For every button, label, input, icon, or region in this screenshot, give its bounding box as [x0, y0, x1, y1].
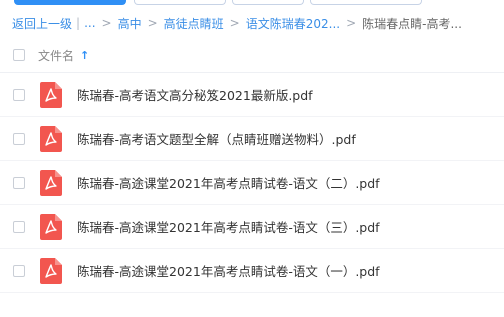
- pdf-icon: [40, 125, 62, 152]
- pdf-icon: [40, 81, 62, 108]
- file-row[interactable]: 陈瑞春-高途课堂2021年高考点睛试卷-语文（一）.pdf: [0, 249, 504, 293]
- breadcrumb-separator: >: [101, 16, 112, 30]
- file-row[interactable]: 陈瑞春-高考语文高分秘笈2021最新版.pdf: [0, 73, 504, 117]
- file-checkbox[interactable]: [13, 132, 25, 145]
- breadcrumb-separator: >: [229, 16, 240, 30]
- breadcrumb-item-gaotu[interactable]: 高徒点睛班: [164, 15, 224, 32]
- toolbar-button[interactable]: [134, 0, 226, 5]
- pdf-icon: [40, 213, 62, 240]
- sort-ascending-icon[interactable]: ↑: [80, 49, 89, 62]
- breadcrumb-ellipsis[interactable]: ...: [84, 16, 95, 30]
- file-list: 陈瑞春-高考语文高分秘笈2021最新版.pdf 陈瑞春-高考语文题型全解（点睛班…: [0, 73, 504, 293]
- breadcrumb-separator: >: [346, 16, 357, 30]
- breadcrumb-back-link[interactable]: 返回上一级: [12, 15, 72, 32]
- file-name[interactable]: 陈瑞春-高途课堂2021年高考点睛试卷-语文（二）.pdf: [77, 173, 380, 192]
- breadcrumb: 返回上一级 | ... > 高中 > 高徒点睛班 > 语文陈瑞春202... >…: [12, 13, 502, 33]
- file-name[interactable]: 陈瑞春-高途课堂2021年高考点睛试卷-语文（三）.pdf: [77, 217, 380, 236]
- toolbar-button[interactable]: [232, 0, 304, 5]
- file-name[interactable]: 陈瑞春-高考语文题型全解（点睛班赠送物料）.pdf: [77, 129, 356, 148]
- breadcrumb-divider: |: [76, 16, 81, 30]
- breadcrumb-current: 陈瑞春点睛-高考...: [362, 16, 462, 31]
- file-row[interactable]: 陈瑞春-高途课堂2021年高考点睛试卷-语文（三）.pdf: [0, 205, 504, 249]
- column-filename[interactable]: 文件名: [38, 47, 74, 64]
- toolbar-button[interactable]: [310, 0, 422, 5]
- pdf-icon: [40, 257, 62, 284]
- file-row[interactable]: 陈瑞春-高考语文题型全解（点睛班赠送物料）.pdf: [0, 117, 504, 161]
- breadcrumb-item-yuwen[interactable]: 语文陈瑞春202...: [246, 15, 340, 32]
- breadcrumb-separator: >: [147, 16, 158, 30]
- primary-toolbar-button[interactable]: [14, 0, 126, 5]
- file-row[interactable]: 陈瑞春-高途课堂2021年高考点睛试卷-语文（二）.pdf: [0, 161, 504, 205]
- file-checkbox[interactable]: [13, 88, 25, 101]
- file-checkbox[interactable]: [13, 264, 25, 277]
- file-name[interactable]: 陈瑞春-高考语文高分秘笈2021最新版.pdf: [77, 85, 313, 104]
- file-checkbox[interactable]: [13, 220, 25, 233]
- breadcrumb-item-gaozhong[interactable]: 高中: [118, 15, 142, 32]
- file-list-header: 文件名 ↑: [0, 38, 504, 73]
- select-all-checkbox[interactable]: [13, 49, 25, 61]
- file-name[interactable]: 陈瑞春-高途课堂2021年高考点睛试卷-语文（一）.pdf: [77, 261, 380, 280]
- file-checkbox[interactable]: [13, 176, 25, 189]
- pdf-icon: [40, 169, 62, 196]
